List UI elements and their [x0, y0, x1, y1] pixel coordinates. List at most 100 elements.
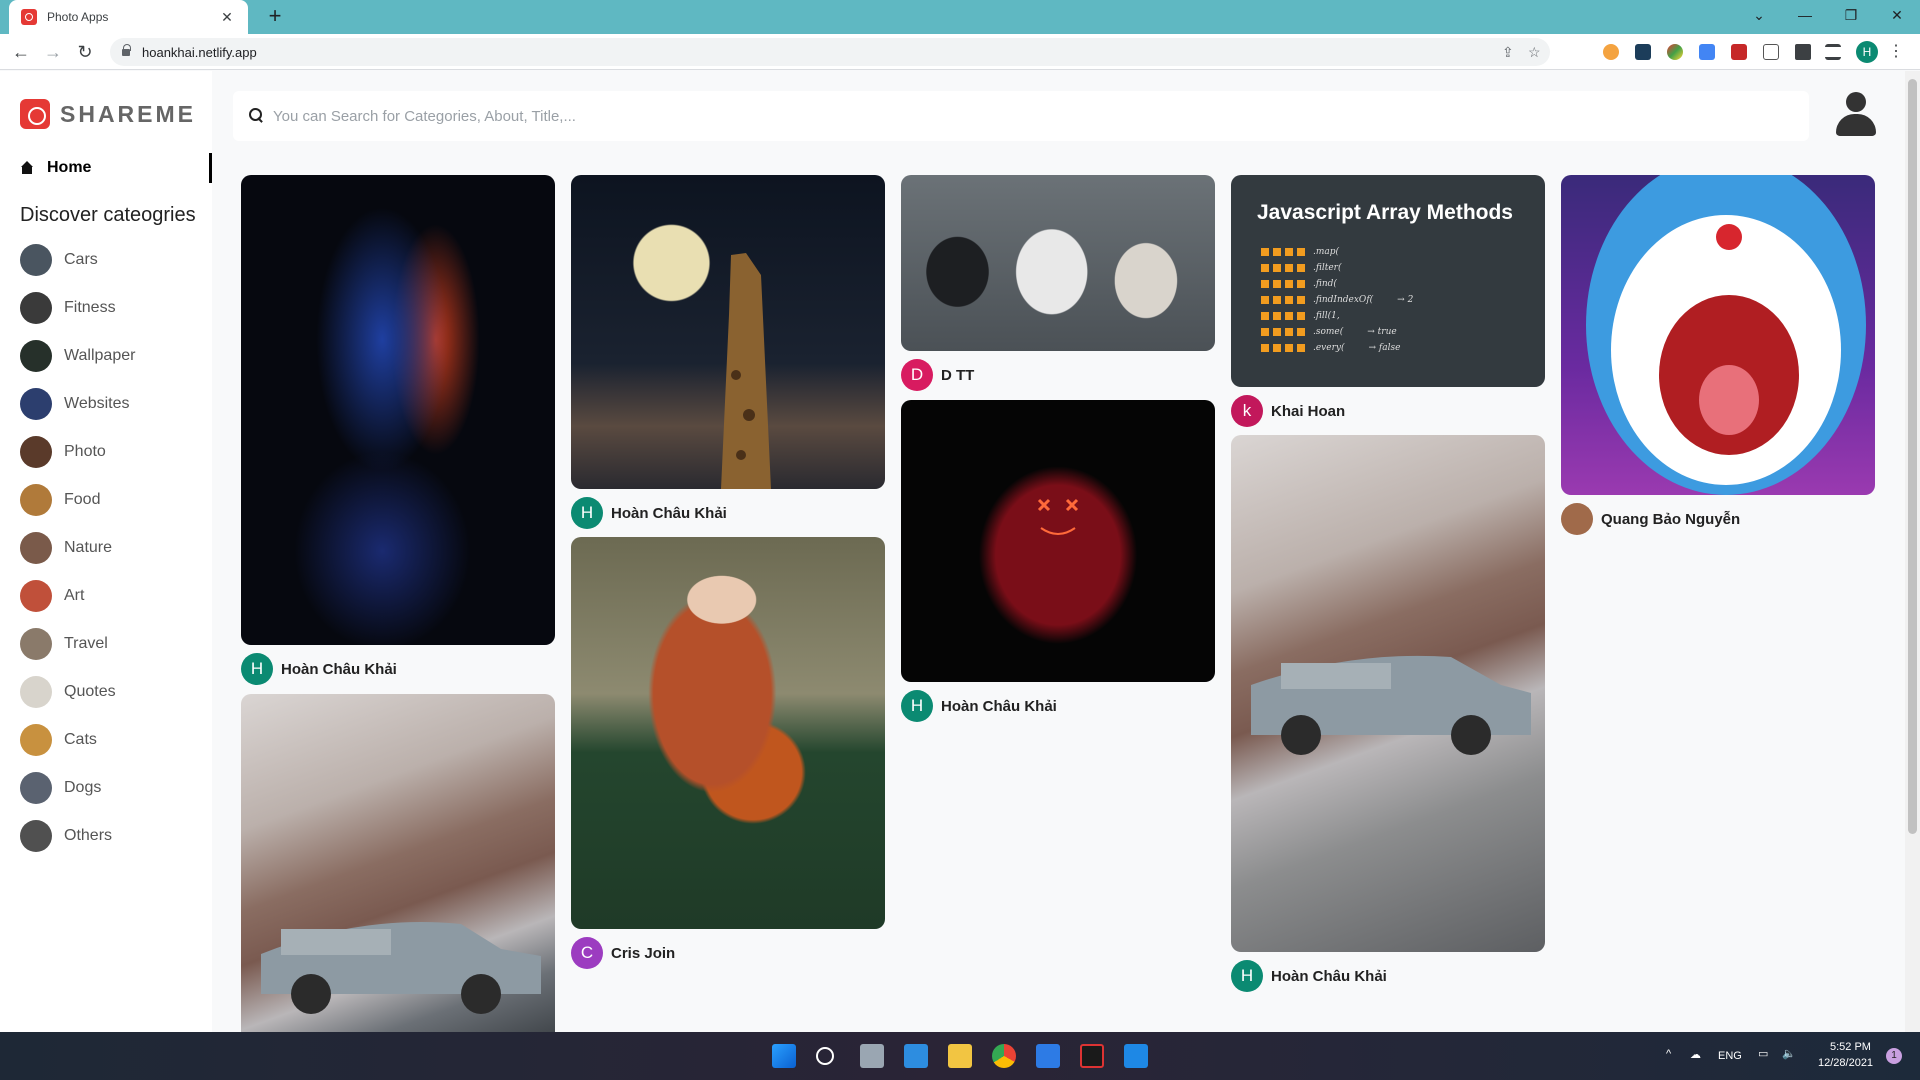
page-scrollbar[interactable]	[1905, 71, 1920, 1032]
sidebar-item-nature[interactable]: Nature	[20, 524, 135, 572]
user-profile-icon[interactable]	[1833, 92, 1879, 138]
pin-author[interactable]: H Hoàn Châu Khải	[571, 497, 727, 529]
chrome-icon[interactable]	[992, 1044, 1016, 1068]
author-name: Hoàn Châu Khải	[281, 660, 397, 678]
author-avatar: k	[1231, 395, 1263, 427]
minimize-button[interactable]: —	[1782, 0, 1828, 30]
notification-badge[interactable]: 1	[1886, 1048, 1902, 1064]
girl-with-fox-image[interactable]	[571, 537, 885, 929]
method-result: → true	[1367, 327, 1397, 337]
pin-card[interactable]: Javascript Array Methods .map( .filter( …	[1231, 175, 1545, 427]
sidebar-item-art[interactable]: Art	[20, 572, 135, 620]
category-label: Art	[64, 587, 85, 604]
sidebar-item-wallpaper[interactable]: Wallpaper	[20, 332, 135, 380]
tab-search-icon[interactable]: ⌄	[1736, 0, 1782, 30]
sidebar-item-home[interactable]: Home	[0, 153, 212, 183]
widgets-icon[interactable]	[904, 1044, 928, 1068]
sidebar-item-travel[interactable]: Travel	[20, 620, 135, 668]
extension-icon-1[interactable]	[1603, 44, 1619, 60]
translate-icon[interactable]	[1699, 44, 1715, 60]
todo-icon[interactable]	[1036, 1044, 1060, 1068]
pin-author[interactable]: C Cris Join	[571, 937, 675, 969]
pin-card[interactable]: H Hoàn Châu Khải	[1231, 435, 1545, 992]
task-view-icon[interactable]	[860, 1044, 884, 1068]
neon-mask-image[interactable]	[901, 400, 1215, 682]
vintage-car-image[interactable]	[1231, 435, 1545, 952]
code-row: .every(→ false	[1261, 343, 1400, 353]
browser-menu-icon[interactable]: ⋮	[1888, 41, 1904, 61]
sidebar-item-quotes[interactable]: Quotes	[20, 668, 135, 716]
clock-time[interactable]: 5:52 PM	[1830, 1041, 1871, 1053]
search-input[interactable]	[273, 104, 1773, 128]
sidebar-item-websites[interactable]: Websites	[20, 380, 135, 428]
puzzle-icon[interactable]	[1795, 44, 1811, 60]
sidebar-item-others[interactable]: Others	[20, 812, 135, 860]
vintage-car-image[interactable]	[241, 694, 555, 1032]
sidebar-item-photo[interactable]: Photo	[20, 428, 135, 476]
pin-author[interactable]: H Hoàn Châu Khải	[1231, 960, 1387, 992]
pin-author[interactable]: H Hoàn Châu Khải	[901, 690, 1057, 722]
pin-card[interactable]	[241, 694, 555, 1032]
sidebar-item-cars[interactable]: Cars	[20, 236, 135, 284]
pin-card[interactable]: D D TT	[901, 175, 1215, 391]
address-bar[interactable]: hoankhai.netlify.app ☆ ⇪	[110, 38, 1550, 66]
sidebar-item-food[interactable]: Food	[20, 476, 135, 524]
close-tab-icon[interactable]: ✕	[218, 9, 236, 26]
giraffe-moon-image[interactable]	[571, 175, 885, 489]
method-name: .filter(	[1313, 263, 1342, 273]
author-name: Khai Hoan	[1271, 402, 1346, 420]
clock-date[interactable]: 12/28/2021	[1818, 1057, 1873, 1069]
pin-card[interactable]: C Cris Join	[571, 537, 885, 969]
racing-team-image[interactable]	[901, 175, 1215, 351]
scrollbar-thumb[interactable]	[1908, 79, 1917, 834]
logo[interactable]: SHAREME	[20, 99, 196, 129]
bookmark-star-icon[interactable]: ☆	[1528, 44, 1541, 61]
tray-chevron-icon[interactable]: ^	[1666, 1048, 1671, 1060]
share-icon[interactable]: ⇪	[1502, 44, 1514, 61]
author-name: Hoàn Châu Khải	[611, 504, 727, 522]
pin-card[interactable]: Quang Bảo Nguyễn	[1561, 175, 1875, 535]
language-indicator[interactable]: ENG	[1718, 1050, 1742, 1062]
start-windows-icon[interactable]	[772, 1044, 796, 1068]
reading-list-icon[interactable]	[1825, 44, 1841, 60]
sidebar-item-cats[interactable]: Cats	[20, 716, 135, 764]
woman-neon-portrait-image[interactable]	[241, 175, 555, 645]
category-label: Websites	[64, 395, 130, 412]
pin-author[interactable]: D D TT	[901, 359, 974, 391]
pin-author[interactable]: Quang Bảo Nguyễn	[1561, 503, 1740, 535]
pin-author[interactable]: k Khai Hoan	[1231, 395, 1345, 427]
category-thumbnail	[20, 388, 52, 420]
pin-card[interactable]: H Hoàn Châu Khải	[901, 400, 1215, 722]
extension-icon-5[interactable]	[1731, 44, 1747, 60]
back-arrow-icon[interactable]: ←	[8, 39, 34, 65]
sidebar-item-fitness[interactable]: Fitness	[20, 284, 135, 332]
new-tab-button[interactable]: +	[262, 4, 288, 30]
app-icon[interactable]	[1080, 1044, 1104, 1068]
author-name: Quang Bảo Nguyễn	[1601, 510, 1741, 528]
search-taskbar-icon[interactable]	[816, 1047, 834, 1065]
doraemon-image[interactable]	[1561, 175, 1875, 495]
volume-icon[interactable]: 🔈	[1782, 1047, 1796, 1060]
network-icon[interactable]: ▭	[1758, 1047, 1768, 1060]
code-row: .fill(1,	[1261, 311, 1340, 321]
profile-avatar[interactable]: H	[1856, 41, 1878, 63]
javascript-array-methods-image[interactable]: Javascript Array Methods .map( .filter( …	[1231, 175, 1545, 387]
pin-card[interactable]: H Hoàn Châu Khải	[241, 175, 555, 685]
vscode-icon[interactable]	[1124, 1044, 1148, 1068]
close-window-button[interactable]: ✕	[1874, 0, 1920, 30]
search-bar	[233, 91, 1809, 141]
restore-button[interactable]: ❐	[1828, 0, 1874, 30]
url-text[interactable]: hoankhai.netlify.app	[142, 45, 257, 60]
onedrive-icon[interactable]: ☁	[1690, 1048, 1701, 1061]
lock-icon[interactable]	[122, 44, 131, 57]
tab-photo-apps[interactable]: Photo Apps ✕	[9, 0, 248, 34]
extension-icon-2[interactable]	[1635, 44, 1651, 60]
extension-icon-6[interactable]	[1763, 44, 1779, 60]
pin-author[interactable]: H Hoàn Châu Khải	[241, 653, 397, 685]
extension-icon-3[interactable]	[1667, 44, 1683, 60]
sidebar-item-dogs[interactable]: Dogs	[20, 764, 135, 812]
reload-icon[interactable]: ↻	[72, 39, 98, 65]
file-explorer-icon[interactable]	[948, 1044, 972, 1068]
pin-card[interactable]: H Hoàn Châu Khải	[571, 175, 885, 529]
forward-arrow-icon[interactable]: →	[40, 39, 66, 65]
